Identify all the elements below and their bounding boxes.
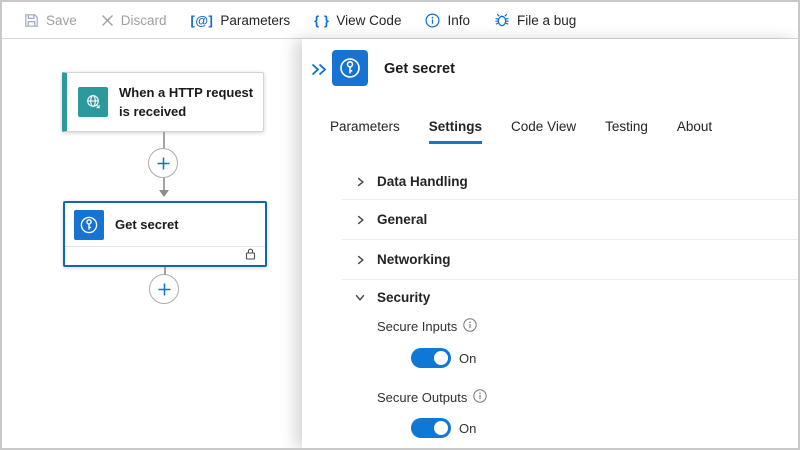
- chevron-down-icon: [354, 291, 366, 303]
- discard-button[interactable]: Discard: [89, 2, 179, 38]
- secure-inputs-state: On: [459, 351, 476, 366]
- view-code-label: View Code: [336, 13, 401, 28]
- info-icon[interactable]: [463, 318, 477, 335]
- panel-title: Get secret: [384, 61, 455, 77]
- action-title: Get secret: [115, 215, 187, 235]
- tab-testing[interactable]: Testing: [605, 119, 648, 144]
- settings-sections: Data Handling General Networking: [342, 164, 798, 314]
- logic-app-designer-window: Save Discard [@] Parameters { } View Cod…: [0, 0, 800, 450]
- section-label: General: [377, 212, 427, 227]
- view-code-button[interactable]: { } View Code: [302, 2, 413, 38]
- operation-details-panel: Get secret Parameters Settings Code View…: [302, 39, 798, 448]
- save-button[interactable]: Save: [12, 2, 89, 38]
- bug-icon: [494, 12, 510, 28]
- section-security[interactable]: Security: [342, 280, 798, 314]
- connector-arrow: [159, 190, 169, 197]
- section-label: Networking: [377, 252, 451, 267]
- parameters-label: Parameters: [220, 13, 290, 28]
- toggle-knob: [434, 421, 448, 435]
- trigger-title: When a HTTP request is received: [119, 83, 263, 122]
- parameters-icon: [@]: [191, 13, 214, 28]
- secure-outputs-toggle[interactable]: [411, 418, 451, 438]
- section-general[interactable]: General: [342, 200, 798, 240]
- trigger-card-http-request[interactable]: When a HTTP request is received: [62, 72, 264, 132]
- section-networking[interactable]: Networking: [342, 240, 798, 280]
- tab-code-view[interactable]: Code View: [511, 119, 576, 144]
- section-label: Data Handling: [377, 174, 468, 189]
- plus-icon: [156, 156, 171, 171]
- secure-inputs-label: Secure Inputs: [377, 319, 457, 334]
- parameters-button[interactable]: [@] Parameters: [179, 2, 303, 38]
- info-button[interactable]: Info: [413, 2, 482, 38]
- file-a-bug-button[interactable]: File a bug: [482, 2, 588, 38]
- secure-inputs-field: Secure Inputs: [377, 318, 477, 335]
- info-icon: [425, 13, 440, 28]
- http-request-icon: [78, 87, 108, 117]
- secure-outputs-label: Secure Outputs: [377, 390, 467, 405]
- action-card-get-secret[interactable]: Get secret: [63, 201, 267, 267]
- info-label: Info: [447, 13, 470, 28]
- command-bar: Save Discard [@] Parameters { } View Cod…: [2, 2, 798, 39]
- file-a-bug-label: File a bug: [517, 13, 576, 28]
- lock-icon: [244, 247, 257, 266]
- secure-inputs-toggle[interactable]: [411, 348, 451, 368]
- discard-label: Discard: [121, 13, 167, 28]
- secure-outputs-state: On: [459, 421, 476, 436]
- save-icon: [24, 13, 39, 28]
- chevron-right-icon: [354, 214, 366, 226]
- secure-outputs-field: Secure Outputs: [377, 389, 487, 406]
- key-vault-icon: [332, 50, 368, 86]
- double-chevron-right-icon: [310, 62, 328, 77]
- section-data-handling[interactable]: Data Handling: [342, 164, 798, 200]
- panel-tabs: Parameters Settings Code View Testing Ab…: [330, 119, 712, 144]
- insert-step-button-2[interactable]: [149, 274, 179, 304]
- chevron-right-icon: [354, 176, 366, 188]
- collapse-panel-button[interactable]: [308, 60, 330, 78]
- discard-icon: [101, 14, 114, 27]
- plus-icon: [157, 282, 172, 297]
- info-icon[interactable]: [473, 389, 487, 406]
- tab-settings[interactable]: Settings: [429, 119, 482, 144]
- workflow-canvas[interactable]: When a HTTP request is received: [2, 39, 302, 448]
- chevron-right-icon: [354, 254, 366, 266]
- view-code-icon: { }: [314, 13, 329, 28]
- insert-step-button-1[interactable]: [148, 148, 178, 178]
- save-label: Save: [46, 13, 77, 28]
- section-label: Security: [377, 290, 430, 305]
- toggle-knob: [434, 351, 448, 365]
- key-vault-icon: [74, 210, 104, 240]
- tab-about[interactable]: About: [677, 119, 712, 144]
- tab-parameters[interactable]: Parameters: [330, 119, 400, 144]
